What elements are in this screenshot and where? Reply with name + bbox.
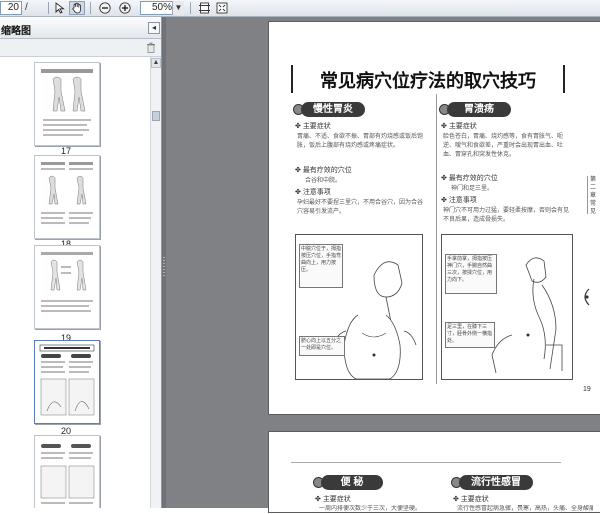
page-thumbnail-21[interactable] [34, 435, 100, 508]
zoom-level: 50% [151, 2, 172, 13]
section-banner-right: 流行性感冒 [459, 475, 533, 490]
section-banner-left: 便 秘 [321, 475, 383, 490]
body-text: 流行性感冒起病急骤，畏寒，高热，头痛、全身酸痛。 [457, 506, 593, 512]
page-thumbnail-20[interactable] [34, 340, 100, 424]
select-cursor-icon[interactable] [52, 1, 68, 15]
document-page: 便 秘 流行性感冒 ✤ 主要症状 ✤ 主要症状 一周内排便次数少于三次，大便坚硬… [269, 432, 600, 512]
scroll-up-icon[interactable]: ▲ [151, 58, 161, 68]
toolbar-separator [48, 2, 49, 14]
section-banner-left: 慢性胃炎 [301, 102, 365, 117]
thumbnails-scrollbar[interactable]: ▲ [150, 57, 161, 508]
fit-page-icon[interactable] [196, 1, 212, 15]
page-thumbnail-18[interactable] [34, 155, 100, 239]
subheading: ✤ 主要症状 [441, 123, 477, 130]
thumbnails-panel-title: 缩略图 [1, 26, 31, 37]
illustration-caption: 足三里，在膝下三寸，胫骨外侧一横指处。 [445, 322, 495, 348]
page-heading: 常见病穴位疗法的取穴技巧 [291, 65, 565, 93]
subheading: ✤ 最有疗效的穴位 [441, 175, 498, 182]
body-text: 胃痛、不适、食欲不振、胃部有灼烧感或饭后饱胀，饭后上腹部有烧灼感或疼痛症状。 [297, 134, 424, 149]
column-divider [436, 94, 437, 384]
fit-width-icon[interactable] [214, 1, 230, 15]
page-rule [291, 462, 561, 463]
thumbnails-panel-header: 缩略图 ◂ [0, 17, 161, 39]
subheading: ✤ 主要症状 [295, 123, 331, 130]
body-text: 一周内排便次数少于三次，大便坚硬。 [319, 506, 422, 512]
toolbar-separator [90, 2, 91, 14]
thumbnail-list: 17 18 19 20 [0, 57, 150, 508]
body-text: 神门穴不可用力过猛，要轻柔按摩，否则会有见不良后果，造成骨损失。 [443, 208, 570, 223]
toolbar-separator [190, 2, 191, 14]
subheading: ✤ 最有疗效的穴位 [295, 167, 352, 174]
page-total: / 289 [25, 2, 42, 27]
illustration-caption: 中脘穴位于，拇指按压穴位，手指弯曲向上，用力按压。 [299, 244, 343, 288]
body-text: 合谷和中脘。 [305, 178, 342, 184]
chapter-tab: 第二章 常见 [587, 176, 598, 215]
body-text: 脸色苍白，胃痛、烧灼感等，食有胃胀气、呃逆、嗳气和食欲差，严重时会出现胃出血、吐… [443, 134, 564, 158]
page-thumbnail-17[interactable] [34, 62, 100, 146]
zoom-out-icon[interactable] [97, 1, 113, 15]
toolbar: 20 / 289 50% ▼ [0, 0, 600, 27]
subheading: ✤ 主要症状 [315, 496, 351, 503]
zoom-in-icon[interactable] [117, 1, 133, 15]
hand-tool-icon[interactable] [69, 1, 85, 15]
document-page: 常见病穴位疗法的取穴技巧 慢性胃炎 ✤ 主要症状 胃痛、不适、食欲不振、胃部有灼… [269, 22, 600, 414]
close-panel-icon[interactable]: ◂ [148, 22, 160, 34]
page-number-input[interactable]: 20 [0, 1, 22, 15]
illustration-caption: 手掌前掌，拇指按压神门穴，手腕自然曲三次，按揉穴位，用力向下。 [445, 254, 497, 294]
splitter-grip[interactable] [163, 257, 165, 277]
illustration-caption: 脐心向上以五分之一处即是穴位。 [299, 336, 345, 356]
thumbnails-toolbar [0, 39, 161, 57]
scrollbar-thumb[interactable] [152, 111, 160, 121]
page-number: 19 [583, 386, 591, 393]
body-text: 神门和足三里。 [451, 186, 494, 192]
page-thumbnail-19[interactable] [34, 245, 100, 329]
section-banner-right: 胃溃疡 [447, 102, 511, 117]
body-text: 孕妇最好不要捏三里穴，不用合谷穴，因为合谷穴容易引发流产。 [297, 200, 424, 215]
subheading: ✤ 主要症状 [453, 496, 489, 503]
zoom-dropdown-icon[interactable]: ▼ [172, 1, 184, 15]
subheading: ✤ 注意事项 [295, 189, 331, 196]
delete-page-icon[interactable] [146, 42, 156, 53]
subheading: ✤ 注意事项 [441, 197, 477, 204]
panel-splitter[interactable] [162, 17, 166, 508]
document-view[interactable]: 常见病穴位疗法的取穴技巧 慢性胃炎 ✤ 主要症状 胃痛、不适、食欲不振、胃部有灼… [162, 17, 600, 512]
decorative-mark-icon [581, 288, 591, 306]
thumbnails-panel: 缩略图 ◂ 17 18 19 20 ▲ [0, 17, 162, 508]
